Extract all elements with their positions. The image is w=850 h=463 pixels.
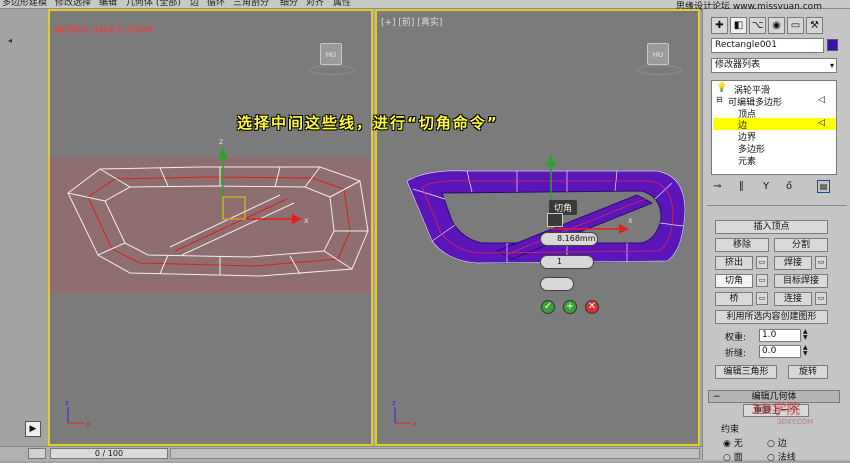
menu-item-edit[interactable]: 编辑: [99, 0, 117, 8]
extrude-button[interactable]: 挤出: [715, 256, 753, 270]
constraint-face-label: 面: [733, 453, 743, 463]
motion-tab-icon[interactable]: ◉: [768, 17, 785, 34]
timeline-toggle[interactable]: [28, 448, 46, 459]
target-weld-button[interactable]: 目标焊接: [774, 274, 828, 288]
weight-input[interactable]: 1.0: [759, 329, 801, 342]
weld-button[interactable]: 焊接: [774, 256, 812, 270]
object-name-field[interactable]: Rectangle001: [711, 38, 824, 53]
create-shape-button[interactable]: 利用所选内容创建图形: [715, 310, 828, 324]
chamfer-caddy-icon: [547, 213, 563, 227]
axis-label-z: z: [392, 399, 396, 407]
remove-button[interactable]: 移除: [715, 238, 769, 252]
plus-icon[interactable]: +: [563, 300, 577, 314]
check-icon[interactable]: ✓: [541, 300, 555, 314]
axis-label-z: z: [65, 399, 69, 407]
menu-item-poly-modeling[interactable]: 多边形建模: [2, 0, 47, 8]
crease-spinner-icon[interactable]: ▲ ▼: [803, 345, 811, 358]
instruction-caption: 选择中间这些线，进行“切角命令”: [237, 114, 499, 132]
utilities-tab-icon[interactable]: ⚒: [806, 17, 823, 34]
chamfer-button[interactable]: 切角: [715, 274, 753, 288]
connect-settings-icon[interactable]: ▭: [815, 292, 827, 305]
insert-vertex-button[interactable]: 插入顶点: [715, 220, 828, 234]
split-button[interactable]: 分割: [774, 238, 828, 252]
viewport-front[interactable]: [+] [前] [真实] HU x z x 切角 8.168mm 1 ✓ + ✕: [375, 9, 700, 446]
modifier-stack[interactable]: 💡 涡轮平滑 ⊟ 可编辑多边形 ◁ 顶点 边 ◁ 边界 多边形 元素: [711, 80, 837, 175]
object-color-swatch[interactable]: [827, 39, 838, 51]
chamfer-amount: 8.168mm: [557, 234, 596, 243]
constraint-none-label: 无: [733, 439, 743, 449]
menu-item-align[interactable]: 对齐: [306, 0, 324, 8]
constraint-edge-radio[interactable]: ○ 边: [767, 436, 787, 449]
axis-label-x: x: [413, 420, 417, 428]
constraint-face-radio[interactable]: ○ 面: [723, 450, 743, 463]
smoothed-mesh[interactable]: x z x: [377, 11, 698, 444]
crease-input[interactable]: 0.0: [759, 345, 801, 358]
weight-label: 权重:: [725, 333, 747, 343]
time-slider[interactable]: 0 / 100: [50, 448, 168, 459]
menu-item-tris[interactable]: 三角剖分: [233, 0, 269, 8]
svg-text:x: x: [304, 216, 309, 225]
constraint-none-radio[interactable]: ◉ 无: [723, 436, 743, 449]
watermark-logo: 3D学院 3DXY.COM: [751, 402, 814, 426]
configure-sets-icon[interactable]: ▤: [817, 180, 830, 193]
constraint-normal-radio[interactable]: ○ 法线: [767, 450, 796, 463]
constraint-normal-label: 法线: [777, 453, 796, 463]
modifier-list-dropdown[interactable]: 修改器列表 ▾: [711, 58, 837, 73]
svg-text:x: x: [628, 216, 633, 225]
chamfer-open-toggle[interactable]: [540, 277, 574, 291]
bridge-button[interactable]: 桥: [715, 292, 753, 306]
mesh-wireframe[interactable]: z x z x: [50, 11, 371, 444]
make-unique-icon[interactable]: Y: [763, 181, 769, 192]
create-tab-icon[interactable]: ✚: [711, 17, 728, 34]
pin-stack-icon[interactable]: ⊸: [713, 181, 721, 192]
turn-button[interactable]: 旋转: [788, 365, 828, 379]
extrude-settings-icon[interactable]: ▭: [756, 256, 768, 269]
display-tab-icon[interactable]: ▭: [787, 17, 804, 34]
collapse-arrow-icon[interactable]: ◂: [8, 36, 16, 45]
chamfer-settings-icon[interactable]: ▭: [756, 274, 768, 287]
bridge-settings-icon[interactable]: ▭: [756, 292, 768, 305]
weld-settings-icon[interactable]: ▭: [815, 256, 827, 269]
edit-triangulation-button[interactable]: 编辑三角形: [715, 365, 777, 379]
rollout-toggle-icon: −: [713, 392, 721, 402]
command-panel: ✚ ◧ ⌥ ◉ ▭ ⚒ Rectangle001 修改器列表 ▾ 💡 涡轮平滑 …: [702, 9, 850, 463]
lightbulb-icon[interactable]: 💡: [716, 83, 727, 93]
constraint-edge-label: 边: [777, 439, 787, 449]
stack-subitem[interactable]: 元素: [738, 154, 756, 167]
chamfer-segments: 1: [557, 257, 563, 266]
track-bar[interactable]: [170, 448, 700, 459]
chamfer-segments-field[interactable]: 1: [540, 255, 594, 269]
crease-label: 折缝:: [725, 349, 747, 359]
connect-button[interactable]: 连接: [774, 292, 812, 306]
menu-item-subdivision[interactable]: 细分: [280, 0, 298, 8]
pin-icon: ◁: [818, 95, 825, 105]
menu-item-modify-selection[interactable]: 修改选择: [55, 0, 91, 8]
weight-spinner-icon[interactable]: ▲ ▼: [803, 329, 811, 342]
show-end-result-icon[interactable]: ∥: [739, 181, 744, 192]
chevron-down-icon: ▾: [829, 61, 834, 70]
menu-item-edges[interactable]: 边: [190, 0, 199, 8]
menu-item-properties[interactable]: 属性: [333, 0, 351, 8]
menu-bar: 多边形建模 修改选择 编辑 几何体 (全部) 边 循环 三角剖分 细分 对齐 属…: [0, 0, 850, 12]
edge-mode-icon: ◁: [818, 118, 825, 128]
hierarchy-tab-icon[interactable]: ⌥: [749, 17, 766, 34]
constraints-label: 约束: [721, 425, 740, 435]
x-icon[interactable]: ✕: [585, 300, 599, 314]
modifier-list-label: 修改器列表: [715, 60, 761, 70]
axis-label-x: x: [86, 420, 90, 428]
frame-readout: 0 / 100: [94, 449, 124, 458]
chamfer-amount-field[interactable]: 8.168mm: [540, 232, 598, 246]
remove-modifier-icon[interactable]: ő: [786, 181, 792, 192]
viewport-top[interactable]: WWW.3DXY.COM HU z x z x: [48, 9, 373, 446]
divider: [707, 205, 847, 206]
expand-icon[interactable]: ⊟: [716, 95, 723, 104]
play-icon[interactable]: ▶: [25, 421, 41, 437]
menu-item-loops[interactable]: 循环: [207, 0, 225, 8]
menu-item-geometry-all[interactable]: 几何体 (全部): [126, 0, 181, 8]
left-toolstrip: ◂ ▶: [0, 9, 48, 445]
stack-selection-highlight: [713, 118, 835, 130]
modify-tab-icon[interactable]: ◧: [730, 17, 747, 34]
svg-text:z: z: [219, 137, 223, 146]
